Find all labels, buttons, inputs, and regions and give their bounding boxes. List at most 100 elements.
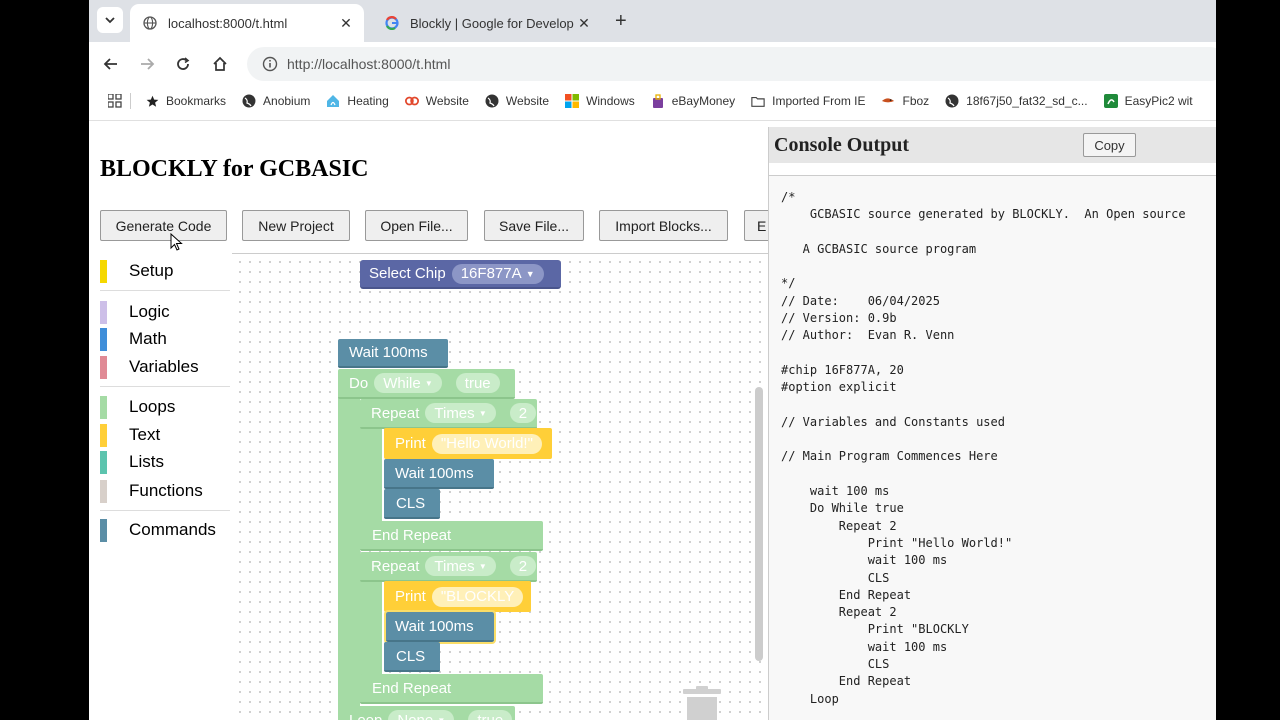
- save-file-button[interactable]: Save File...: [484, 210, 584, 241]
- dropdown-arrow-icon: ▼: [478, 561, 487, 571]
- repeat-body: [360, 581, 382, 679]
- heating-icon: [326, 94, 340, 108]
- bookmark-item[interactable]: Windows: [565, 94, 635, 108]
- reload-icon[interactable]: [171, 52, 195, 76]
- address-bar[interactable]: http://localhost:8000/t.html: [247, 47, 1216, 81]
- category-functions[interactable]: Functions: [100, 478, 203, 504]
- console-panel: Console Output Copy /* GCBASIC source ge…: [768, 127, 1216, 720]
- browser-toolbar: http://localhost:8000/t.html: [89, 42, 1216, 85]
- repeat-count-field[interactable]: 2: [509, 556, 537, 576]
- repeat-count-field[interactable]: 2: [509, 403, 537, 423]
- category-color-swatch: [100, 300, 107, 324]
- workspace-scrollbar[interactable]: [755, 387, 763, 661]
- repeat-block[interactable]: Repeat Times ▼ 2: [360, 552, 537, 582]
- bookmark-item[interactable]: Website: [485, 94, 549, 108]
- chip-dropdown[interactable]: 16F877A ▼: [451, 263, 544, 284]
- print-block[interactable]: Print "Hello World!": [384, 428, 552, 459]
- open-file-button[interactable]: Open File...: [365, 210, 468, 241]
- link-icon: [404, 94, 419, 108]
- console-header: Console Output Copy: [769, 127, 1216, 163]
- trash-icon[interactable]: [679, 685, 725, 720]
- new-tab-icon[interactable]: +: [615, 10, 627, 33]
- end-repeat-block[interactable]: End Repeat: [360, 521, 543, 551]
- repeat-mode-dropdown[interactable]: Times ▼: [425, 403, 496, 423]
- bookmarks-separator: [130, 93, 131, 109]
- bookmark-item[interactable]: Anobium: [242, 94, 310, 108]
- category-color-swatch: [100, 395, 107, 419]
- copy-button[interactable]: Copy: [1083, 133, 1136, 157]
- info-icon[interactable]: [255, 56, 285, 72]
- bookmark-item[interactable]: Fboz: [881, 94, 929, 108]
- toolbox-separator: [100, 290, 230, 291]
- bookmark-item[interactable]: Imported From IE: [751, 94, 865, 108]
- category-loops[interactable]: Loops: [100, 394, 175, 420]
- cls-block[interactable]: CLS: [384, 489, 440, 519]
- bookmark-item[interactable]: 18f67j50_fat32_sd_c...: [945, 94, 1088, 108]
- loop-mode-dropdown[interactable]: None ▼: [388, 710, 455, 720]
- print-block[interactable]: Print "BLOCKLY: [384, 581, 531, 612]
- cls-block[interactable]: CLS: [384, 642, 440, 672]
- wait-block[interactable]: Wait 100ms: [338, 339, 448, 368]
- bookmarks-bar: Bookmarks Anobium Heating Website Websit…: [89, 85, 1216, 117]
- category-lists[interactable]: Lists: [100, 449, 164, 475]
- category-color-swatch: [100, 423, 107, 447]
- toolbox-separator: [100, 386, 230, 387]
- new-project-button[interactable]: New Project: [242, 210, 350, 241]
- print-text-field[interactable]: "Hello World!": [431, 433, 542, 454]
- close-icon[interactable]: ✕: [336, 15, 356, 32]
- apps-icon[interactable]: [108, 94, 122, 108]
- tab-blockly-google[interactable]: Blockly | Google for Developers ✕: [372, 4, 602, 42]
- category-color-swatch: [100, 518, 107, 542]
- category-logic[interactable]: Logic: [100, 299, 170, 325]
- windows-icon: [565, 94, 580, 108]
- do-while-block[interactable]: Do While ▼ true: [338, 369, 515, 399]
- close-icon[interactable]: ✕: [574, 15, 594, 32]
- chevron-down-icon: [105, 17, 115, 24]
- chip-icon: [1103, 94, 1118, 108]
- repeat-block[interactable]: Repeat Times ▼ 2: [360, 399, 537, 429]
- print-text-field[interactable]: "BLOCKLY: [431, 586, 524, 607]
- home-icon[interactable]: [208, 52, 232, 76]
- dropdown-arrow-icon: ▼: [525, 268, 535, 279]
- forward-icon[interactable]: [135, 52, 159, 76]
- category-variables[interactable]: Variables: [100, 354, 199, 380]
- bookmark-item[interactable]: Website: [404, 94, 469, 108]
- loop-block[interactable]: Loop None ▼ true: [338, 706, 515, 720]
- end-repeat-block[interactable]: End Repeat: [360, 674, 543, 704]
- folder-icon: [751, 94, 765, 108]
- category-math[interactable]: Math: [100, 326, 167, 352]
- generate-code-button[interactable]: Generate Code: [100, 210, 227, 241]
- globe-icon: [485, 94, 499, 108]
- blockly-toolbox: Setup Logic Math Variables Loops Text Li…: [89, 253, 232, 720]
- bookmark-item[interactable]: EasyPic2 wit: [1103, 94, 1193, 108]
- tab-strip: localhost:8000/t.html ✕ Blockly | Google…: [89, 0, 1216, 42]
- import-blocks-button[interactable]: Import Blocks...: [599, 210, 728, 241]
- bookmark-item[interactable]: eBayMoney: [651, 94, 735, 108]
- tab-search-button[interactable]: [97, 7, 123, 33]
- wait-block[interactable]: Wait 100ms: [384, 459, 494, 489]
- toolbox-separator: [100, 510, 230, 511]
- category-text[interactable]: Text: [100, 422, 160, 448]
- bookmark-item[interactable]: Bookmarks: [145, 94, 226, 108]
- dropdown-arrow-icon: ▼: [478, 408, 487, 418]
- loop-condition-field[interactable]: true: [468, 710, 513, 720]
- repeat-mode-dropdown[interactable]: Times ▼: [425, 556, 496, 576]
- url-text: http://localhost:8000/t.html: [287, 56, 451, 72]
- tab-localhost[interactable]: localhost:8000/t.html ✕: [130, 4, 364, 42]
- console-output-area[interactable]: /* GCBASIC source generated by BLOCKLY. …: [769, 175, 1216, 720]
- blockly-workspace[interactable]: Select Chip 16F877A ▼ Wait 100ms Do Whil…: [232, 253, 768, 720]
- do-mode-dropdown[interactable]: While ▼: [374, 373, 442, 393]
- category-setup[interactable]: Setup: [100, 258, 173, 284]
- globe-icon: [945, 94, 959, 108]
- wait-block-selected[interactable]: Wait 100ms: [384, 610, 496, 644]
- page-divider: [89, 120, 1216, 121]
- console-title: Console Output: [774, 134, 910, 156]
- select-chip-block[interactable]: Select Chip 16F877A ▼: [360, 260, 561, 289]
- category-commands[interactable]: Commands: [100, 517, 216, 543]
- do-condition-field[interactable]: true: [455, 373, 500, 393]
- console-text: /* GCBASIC source generated by BLOCKLY. …: [781, 190, 1186, 706]
- category-color-swatch: [100, 259, 107, 283]
- back-icon[interactable]: [99, 52, 123, 76]
- bookmark-item[interactable]: Heating: [326, 94, 389, 108]
- category-color-swatch: [100, 355, 107, 379]
